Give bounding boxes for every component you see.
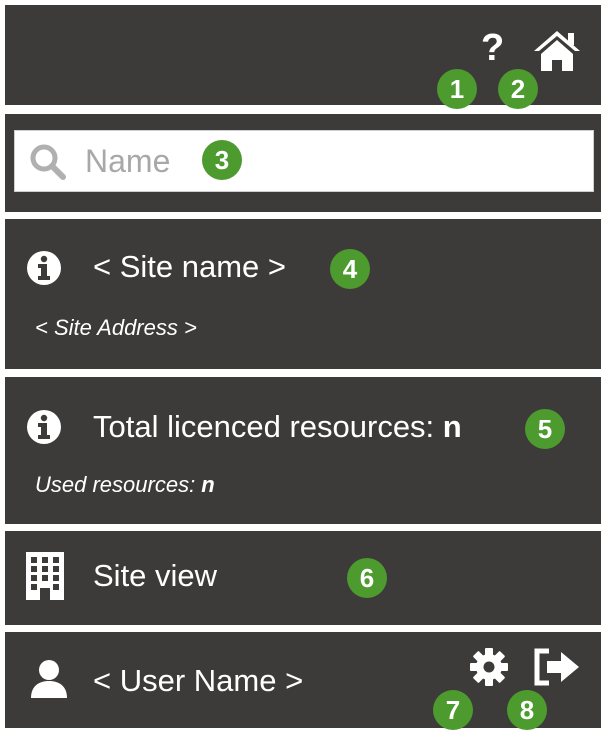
search-field[interactable]: 3 <box>14 130 594 192</box>
site-name: < Site name > <box>93 249 287 284</box>
building-icon <box>26 552 64 600</box>
site-address: < Site Address > <box>35 315 197 340</box>
home-icon[interactable] <box>532 29 582 73</box>
user-name: < User Name > <box>93 663 304 698</box>
search-bar: 3 <box>5 114 601 212</box>
used-resources-label: Used resources: <box>35 472 202 497</box>
resources-marker: 5 <box>525 409 565 449</box>
site-info-panel: < Site name > 4 < Site Address > <box>5 219 601 369</box>
logout-marker: 8 <box>507 690 547 730</box>
search-input[interactable] <box>85 141 545 181</box>
user-icon[interactable] <box>29 659 69 699</box>
help-icon[interactable]: ? <box>481 29 504 67</box>
total-resources: Total licenced resources: n <box>93 409 462 445</box>
gear-icon[interactable] <box>468 646 510 688</box>
resources-panel: Total licenced resources: n 5 Used resou… <box>5 377 601 524</box>
info-icon[interactable] <box>26 250 62 286</box>
user-bar: < User Name > 7 8 <box>5 632 601 730</box>
settings-marker: 7 <box>433 690 473 730</box>
total-resources-value: n <box>442 409 462 444</box>
used-resources-value: n <box>201 472 215 497</box>
search-marker: 3 <box>202 140 242 180</box>
site-view-marker: 6 <box>347 558 387 598</box>
search-icon <box>30 144 66 180</box>
logout-icon[interactable] <box>533 647 581 687</box>
info-icon[interactable] <box>26 409 62 445</box>
site-view-button[interactable]: Site view 6 <box>5 531 601 625</box>
site-view-label: Site view <box>93 558 218 593</box>
site-marker: 4 <box>330 249 370 289</box>
home-marker: 2 <box>498 69 538 109</box>
total-resources-label: Total licenced resources: <box>93 409 443 444</box>
used-resources: Used resources: n <box>35 472 215 498</box>
top-bar: ? 1 2 <box>5 5 601 109</box>
help-marker: 1 <box>437 69 477 109</box>
